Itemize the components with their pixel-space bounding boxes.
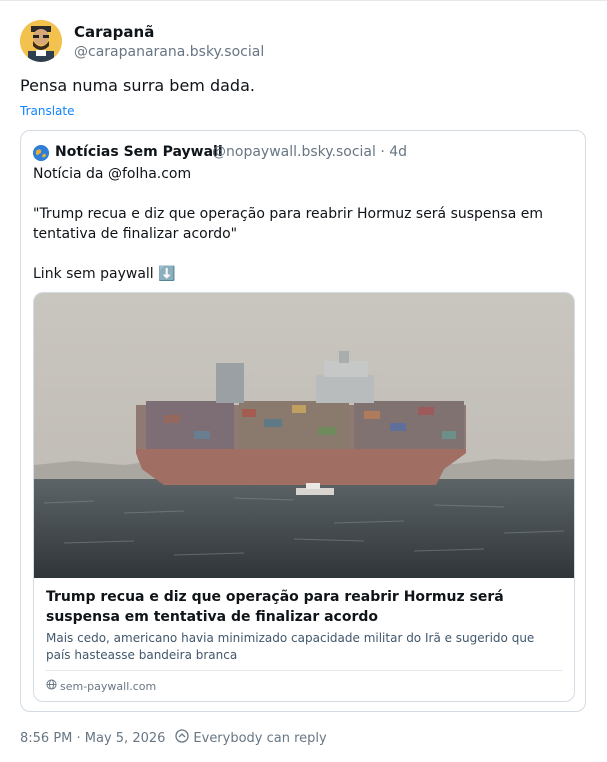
quote-text: Notícia da @folha.com "Trump recua e diz… (33, 166, 543, 282)
author-name[interactable]: Carapanã (74, 23, 154, 41)
card-description: Mais cedo, americano havia minimizado ca… (46, 631, 535, 662)
card-domain-text: sem-paywall.com (60, 679, 157, 693)
top-divider (0, 0, 607, 1)
article-image (34, 293, 574, 578)
quote-author-handle[interactable]: @nopaywall.bsky.social · 4d (212, 144, 407, 160)
globe-outline-icon (46, 679, 57, 693)
card-divider (46, 670, 562, 671)
globe-icon (33, 145, 49, 161)
author-handle[interactable]: @carapanarana.bsky.social (74, 44, 264, 60)
reply-setting-icon (175, 729, 190, 747)
quote-author-name[interactable]: Notícias Sem Paywall (55, 144, 223, 160)
post-footer: 8:56 PM · May 5, 2026 Everybody can repl… (20, 729, 327, 747)
post-timestamp[interactable]: 8:56 PM · May 5, 2026 (20, 731, 165, 746)
card-title[interactable]: Trump recua e diz que operação para reab… (46, 587, 562, 627)
link-card[interactable]: Trump recua e diz que operação para reab… (33, 292, 575, 702)
translate-link[interactable]: Translate (20, 104, 75, 118)
author-avatar[interactable] (20, 20, 62, 62)
reply-setting-label: Everybody can reply (193, 730, 327, 746)
post-text: Pensa numa surra bem dada. (20, 76, 255, 95)
reply-setting[interactable]: Everybody can reply (175, 729, 327, 747)
quoted-post[interactable]: Notícias Sem Paywall @nopaywall.bsky.soc… (20, 130, 586, 712)
card-domain: sem-paywall.com (46, 679, 156, 693)
